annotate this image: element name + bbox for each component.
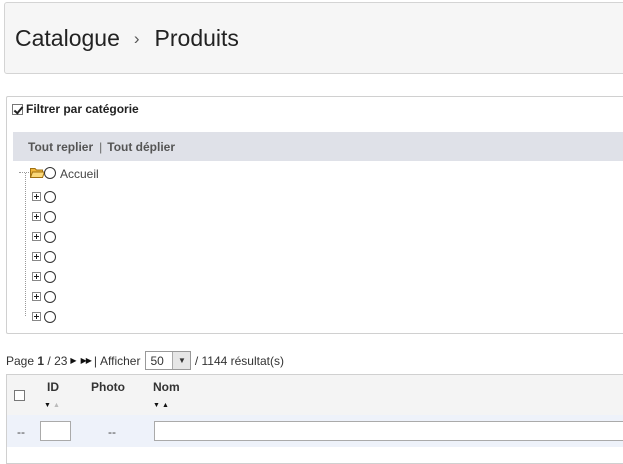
breadcrumb-separator-icon: › (133, 28, 140, 48)
result-count: / 1144 résultat(s) (194, 353, 284, 368)
sort-id: ▼▲ (44, 402, 62, 409)
photo-placeholder: -- (108, 425, 116, 439)
breadcrumb: Catalogue › Produits (15, 25, 239, 52)
table-header: ID ▼▲ Photo Nom ▼▲ (7, 375, 623, 415)
per-page-value: 50 (150, 353, 164, 368)
expand-node-icon[interactable] (32, 272, 41, 281)
breadcrumb-catalogue[interactable]: Catalogue (15, 25, 120, 52)
column-photo: Photo (91, 380, 125, 394)
category-radio-1[interactable] (44, 191, 56, 203)
expand-node-icon[interactable] (32, 232, 41, 241)
folder-open-icon (30, 168, 45, 178)
tree-root-connector (19, 172, 29, 173)
category-radio-4[interactable] (44, 251, 56, 263)
id-filter-input[interactable] (40, 421, 71, 441)
expand-node-icon[interactable] (32, 292, 41, 301)
sort-desc-icon[interactable]: ▼ (44, 402, 53, 409)
tree-guide-line (25, 173, 26, 316)
category-radio-7[interactable] (44, 311, 56, 323)
next-page-icon[interactable]: ▶ (70, 356, 76, 365)
per-page-select[interactable]: 50 ▼ (145, 351, 192, 370)
table-filter-row: -- -- (7, 415, 623, 447)
expand-node-icon[interactable] (32, 212, 41, 221)
category-radio-3[interactable] (44, 231, 56, 243)
sort-asc-icon[interactable]: ▲ (162, 402, 171, 409)
category-radio-5[interactable] (44, 271, 56, 283)
category-radio-6[interactable] (44, 291, 56, 303)
sort-asc-icon[interactable]: ▲ (53, 402, 62, 409)
current-page: 1 (37, 353, 45, 368)
category-filter-panel: Filtrer par catégorie Tout replier | Tou… (6, 96, 623, 334)
select-placeholder: -- (17, 425, 25, 439)
select-all-checkbox[interactable] (14, 390, 25, 401)
show-label: Afficher (100, 353, 141, 368)
column-nom[interactable]: Nom (153, 380, 180, 394)
breadcrumb-produits: Produits (154, 25, 239, 51)
pagination-bar: Page 1 / 23 ▶ ▶▶ | Afficher 50 ▼ / 1144 … (6, 351, 284, 370)
expand-node-icon[interactable] (32, 192, 41, 201)
total-pages: / 23 (47, 353, 68, 368)
page-prefix: Page (6, 353, 35, 368)
category-radio-root[interactable] (44, 167, 56, 179)
category-radio-2[interactable] (44, 211, 56, 223)
sort-nom: ▼▲ (153, 402, 171, 409)
tree-root-label[interactable]: Accueil (60, 167, 99, 181)
page-header: Catalogue › Produits (4, 2, 623, 74)
column-id[interactable]: ID (47, 380, 59, 394)
expand-node-icon[interactable] (32, 252, 41, 261)
category-tree: Accueil (7, 97, 623, 333)
products-table: ID ▼▲ Photo Nom ▼▲ -- -- (6, 374, 623, 464)
expand-node-icon[interactable] (32, 312, 41, 321)
sort-desc-icon[interactable]: ▼ (153, 402, 162, 409)
last-page-icon[interactable]: ▶▶ (81, 356, 92, 365)
name-filter-input[interactable] (154, 421, 623, 441)
chevron-down-icon[interactable]: ▼ (172, 352, 191, 369)
pager-separator: | (93, 353, 98, 368)
